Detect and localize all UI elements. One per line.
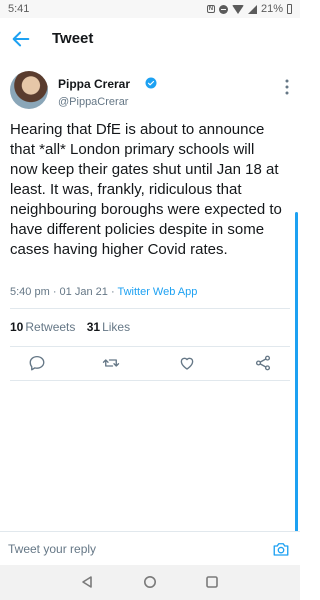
retweets-label: Retweets (25, 320, 76, 334)
home-circle-icon[interactable] (143, 575, 157, 589)
signal-icon (247, 4, 257, 14)
retweets-stat[interactable]: 10 Retweets (10, 320, 75, 334)
avatar[interactable] (10, 71, 48, 109)
page-title: Tweet (52, 30, 94, 47)
meta-separator: · (110, 286, 115, 298)
meta-separator: · (52, 286, 57, 298)
battery-icon (287, 4, 292, 14)
tweet-source-link[interactable]: Twitter Web App (117, 286, 197, 298)
author-handle[interactable]: @PippaCrerar (58, 96, 128, 108)
arrow-left-icon[interactable] (10, 28, 32, 50)
app-header: Tweet (0, 18, 300, 60)
divider (10, 380, 290, 381)
divider (10, 346, 290, 347)
reply-bar (0, 531, 300, 566)
share-icon[interactable] (254, 354, 272, 372)
battery-percent: 21% (260, 3, 283, 15)
likes-stat[interactable]: 31 Likes (87, 320, 130, 334)
wifi-icon (231, 4, 244, 14)
author-row: Pippa Crerar @PippaCrerar (10, 68, 295, 114)
scroll-indicator[interactable] (295, 212, 298, 532)
status-time: 5:41 (8, 3, 30, 15)
back-triangle-icon[interactable] (80, 575, 94, 589)
tweet-actions (0, 348, 300, 378)
reply-input[interactable] (8, 538, 248, 560)
retweets-count: 10 (10, 320, 24, 334)
tweet-stats: 10 Retweets 31 Likes (10, 320, 138, 334)
nfc-icon: N (206, 5, 215, 13)
reply-icon[interactable] (28, 354, 46, 372)
camera-icon[interactable] (272, 540, 290, 558)
recents-square-icon[interactable] (205, 575, 219, 589)
retweet-icon[interactable] (102, 354, 120, 372)
tweet-metadata: 5:40 pm · 01 Jan 21 · Twitter Web App (10, 286, 197, 298)
divider (10, 308, 290, 309)
status-bar: 5:41 N 21% (0, 0, 300, 18)
system-nav-bar (0, 565, 300, 600)
tweet-date: 01 Jan 21 (59, 286, 108, 298)
likes-count: 31 (86, 320, 101, 334)
likes-label: Likes (102, 320, 131, 334)
verified-badge-icon (145, 77, 157, 89)
more-vertical-icon[interactable] (281, 78, 293, 96)
tweet-time: 5:40 pm (10, 286, 50, 298)
tweet-text: Hearing that DfE is about to announce th… (10, 121, 282, 258)
status-icons: N 21% (206, 3, 292, 15)
heart-icon[interactable] (178, 354, 196, 372)
author-name[interactable]: Pippa Crerar (58, 77, 130, 91)
do-not-disturb-icon (218, 4, 228, 14)
